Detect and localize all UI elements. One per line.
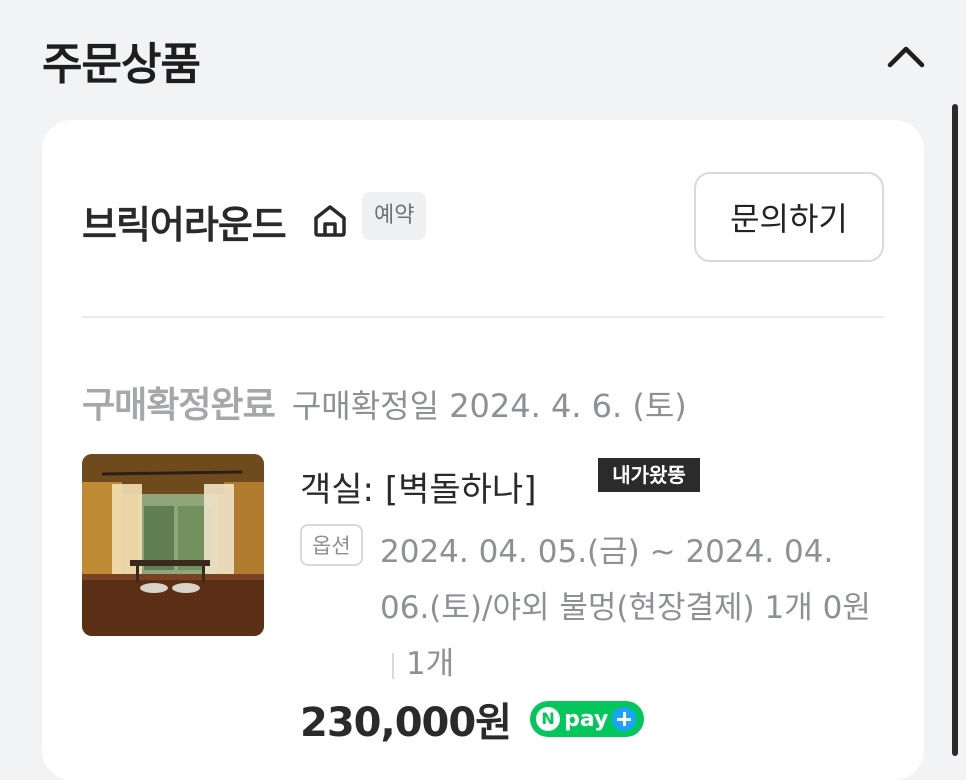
order-product-card: 브릭어라운드 예약 문의하기 구매확정완료 구매확정일 2024. 4. 6. …: [42, 120, 924, 780]
option-label: 옵션: [300, 524, 363, 566]
seller-row: 브릭어라운드 예약 문의하기: [82, 172, 884, 264]
collapse-button[interactable]: [886, 38, 926, 74]
order-status: 구매확정완료: [82, 385, 276, 426]
brand-tag: 내가왔뚱: [598, 458, 700, 492]
scrollbar[interactable]: [950, 100, 960, 756]
seller-name[interactable]: 브릭어라운드: [82, 194, 287, 249]
section-title: 주문상품: [42, 39, 201, 90]
plus-icon: [612, 707, 637, 731]
npay-plus-badge: N pay: [530, 701, 645, 737]
home-icon[interactable]: [310, 200, 350, 240]
price-row: 230,000원 N pay: [300, 690, 645, 746]
price: 230,000원: [300, 700, 512, 746]
npay-n-icon: N: [536, 707, 561, 731]
option-value: 2024. 04. 05.(금) ~ 2024. 04. 06.(토)/야외 불…: [380, 534, 871, 626]
inquiry-button[interactable]: 문의하기: [694, 172, 884, 262]
npay-word: pay: [564, 706, 609, 732]
chevron-up-icon: [887, 46, 925, 68]
quantity: 1개: [406, 646, 455, 682]
section-header: 주문상품: [42, 22, 926, 90]
purchase-confirm-date: 구매확정일 2024. 4. 6. (토): [291, 387, 687, 425]
order-status-row: 구매확정완료 구매확정일 2024. 4. 6. (토): [82, 376, 687, 426]
option-description: 2024. 04. 05.(금) ~ 2024. 04. 06.(토)/야외 불…: [380, 524, 880, 692]
divider: [82, 316, 884, 318]
scrollbar-thumb[interactable]: [952, 104, 958, 756]
quantity-separator: [392, 652, 394, 679]
reservation-badge: 예약: [362, 192, 427, 240]
product-name[interactable]: 객실: [벽돌하나]: [300, 462, 536, 511]
product-thumbnail[interactable]: [82, 454, 264, 636]
